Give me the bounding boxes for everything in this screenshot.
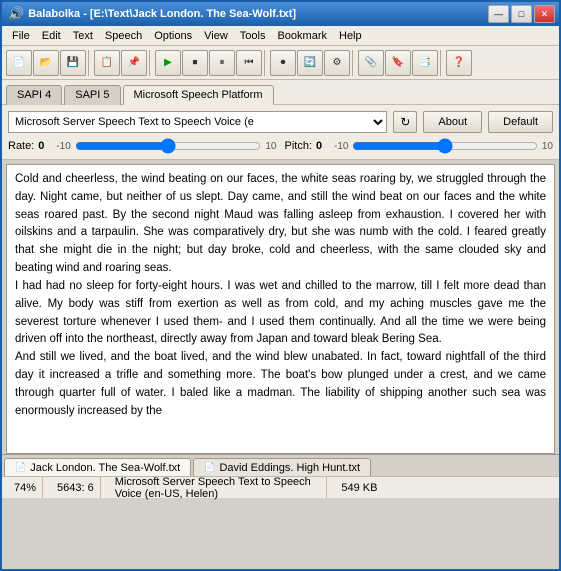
voice-select[interactable]: Microsoft Server Speech Text to Speech V… xyxy=(8,111,387,133)
convert-button[interactable]: 🔄 xyxy=(297,50,323,76)
pitch-value: 0 xyxy=(316,140,330,152)
text-content[interactable]: Cold and cheerless, the wind beating on … xyxy=(7,165,554,453)
menu-bar: File Edit Text Speech Options View Tools… xyxy=(2,26,559,46)
sliders-row: Rate: 0 -10 10 Pitch: 0 -10 10 xyxy=(8,139,553,153)
voice-select-row: Microsoft Server Speech Text to Speech V… xyxy=(8,111,553,133)
tab-ms-speech[interactable]: Microsoft Speech Platform xyxy=(123,85,274,105)
extra1-button[interactable]: 📎 xyxy=(358,50,384,76)
zoom-value: 74% xyxy=(14,482,36,494)
play-button[interactable]: ▶ xyxy=(155,50,181,76)
status-position: 5643: 6 xyxy=(51,477,101,498)
rate-slider[interactable] xyxy=(75,139,262,153)
pitch-slider-group: Pitch: 0 -10 10 xyxy=(285,139,554,153)
toolbar-sep3 xyxy=(264,50,268,76)
help-btn[interactable]: ❓ xyxy=(446,50,472,76)
text-area-wrapper: Cold and cheerless, the wind beating on … xyxy=(6,164,555,454)
rate-max: 10 xyxy=(265,141,276,152)
rate-value: 0 xyxy=(38,140,52,152)
settings-button[interactable]: ⚙ xyxy=(324,50,350,76)
open-button[interactable]: 📂 xyxy=(33,50,59,76)
doc-tab-label-1: Jack London. The Sea-Wolf.txt xyxy=(30,462,180,474)
rate-slider-track xyxy=(75,139,262,153)
title-bar: 🔊 Balabolka - [E:\Text\Jack London. The … xyxy=(2,2,559,26)
menu-edit[interactable]: Edit xyxy=(36,28,67,44)
pitch-max: 10 xyxy=(542,141,553,152)
tabs-area: SAPI 4 SAPI 5 Microsoft Speech Platform xyxy=(2,80,559,105)
tab-sapi4[interactable]: SAPI 4 xyxy=(6,85,62,105)
tab-sapi5[interactable]: SAPI 5 xyxy=(64,85,120,105)
menu-options[interactable]: Options xyxy=(148,28,198,44)
doc-tab-highhunt[interactable]: 📄 David Eddings. High Hunt.txt xyxy=(193,458,371,476)
voice-select-wrapper: Microsoft Server Speech Text to Speech V… xyxy=(8,111,387,133)
refresh-button[interactable]: ↻ xyxy=(393,111,417,133)
save-button[interactable]: 💾 xyxy=(60,50,86,76)
rewind-button[interactable]: ⏮ xyxy=(236,50,262,76)
menu-speech[interactable]: Speech xyxy=(99,28,148,44)
doc-tab-icon-2: 📄 xyxy=(204,462,215,473)
about-button[interactable]: About xyxy=(423,111,482,133)
doc-tabs: 📄 Jack London. The Sea-Wolf.txt 📄 David … xyxy=(2,454,559,476)
doc-tab-label-2: David Eddings. High Hunt.txt xyxy=(219,462,360,474)
position-value: 5643: 6 xyxy=(57,482,94,494)
maximize-button[interactable]: □ xyxy=(511,5,532,23)
pitch-slider-track xyxy=(352,139,537,153)
title-bar-left: 🔊 Balabolka - [E:\Text\Jack London. The … xyxy=(8,6,296,22)
rate-label: Rate: xyxy=(8,140,34,152)
status-voice: Microsoft Server Speech Text to Speech V… xyxy=(109,477,328,498)
menu-view[interactable]: View xyxy=(198,28,234,44)
doc-tab-seawolf[interactable]: 📄 Jack London. The Sea-Wolf.txt xyxy=(4,458,191,476)
main-window: 🔊 Balabolka - [E:\Text\Jack London. The … xyxy=(0,0,561,571)
pause-button[interactable]: ⏸ xyxy=(209,50,235,76)
title-bar-buttons: — □ ✕ xyxy=(488,5,555,23)
paste-button[interactable]: 📌 xyxy=(121,50,147,76)
toolbar-sep1 xyxy=(88,50,92,76)
toolbar: 📄 📂 💾 📋 📌 ▶ ⏹ ⏸ ⏮ ⏺ 🔄 ⚙ 📎 🔖 📑 ❓ xyxy=(2,46,559,80)
copy-button[interactable]: 📋 xyxy=(94,50,120,76)
stop-button[interactable]: ⏹ xyxy=(182,50,208,76)
toolbar-sep5 xyxy=(440,50,444,76)
menu-bookmark[interactable]: Bookmark xyxy=(271,28,333,44)
file-size: 549 KB xyxy=(341,482,377,494)
extra2-button[interactable]: 🔖 xyxy=(385,50,411,76)
pitch-min: -10 xyxy=(334,141,348,152)
menu-help[interactable]: Help xyxy=(333,28,368,44)
pitch-label: Pitch: xyxy=(285,140,313,152)
status-size: 549 KB xyxy=(335,477,553,498)
menu-tools[interactable]: Tools xyxy=(234,28,272,44)
toolbar-sep4 xyxy=(352,50,356,76)
voice-panel: Microsoft Server Speech Text to Speech V… xyxy=(2,105,559,160)
record-button[interactable]: ⏺ xyxy=(270,50,296,76)
doc-tab-icon-1: 📄 xyxy=(15,462,26,473)
new-button[interactable]: 📄 xyxy=(6,50,32,76)
menu-text[interactable]: Text xyxy=(67,28,99,44)
menu-file[interactable]: File xyxy=(6,28,36,44)
app-icon: 🔊 xyxy=(8,6,24,22)
extra3-button[interactable]: 📑 xyxy=(412,50,438,76)
pitch-slider[interactable] xyxy=(352,139,537,153)
window-title: Balabolka - [E:\Text\Jack London. The Se… xyxy=(28,8,296,20)
status-zoom: 74% xyxy=(8,477,43,498)
default-button[interactable]: Default xyxy=(488,111,553,133)
status-bar: 74% 5643: 6 Microsoft Server Speech Text… xyxy=(2,476,559,498)
rate-min: -10 xyxy=(56,141,70,152)
toolbar-sep2 xyxy=(149,50,153,76)
close-button[interactable]: ✕ xyxy=(534,5,555,23)
rate-slider-group: Rate: 0 -10 10 xyxy=(8,139,277,153)
minimize-button[interactable]: — xyxy=(488,5,509,23)
voice-status: Microsoft Server Speech Text to Speech V… xyxy=(115,476,321,500)
